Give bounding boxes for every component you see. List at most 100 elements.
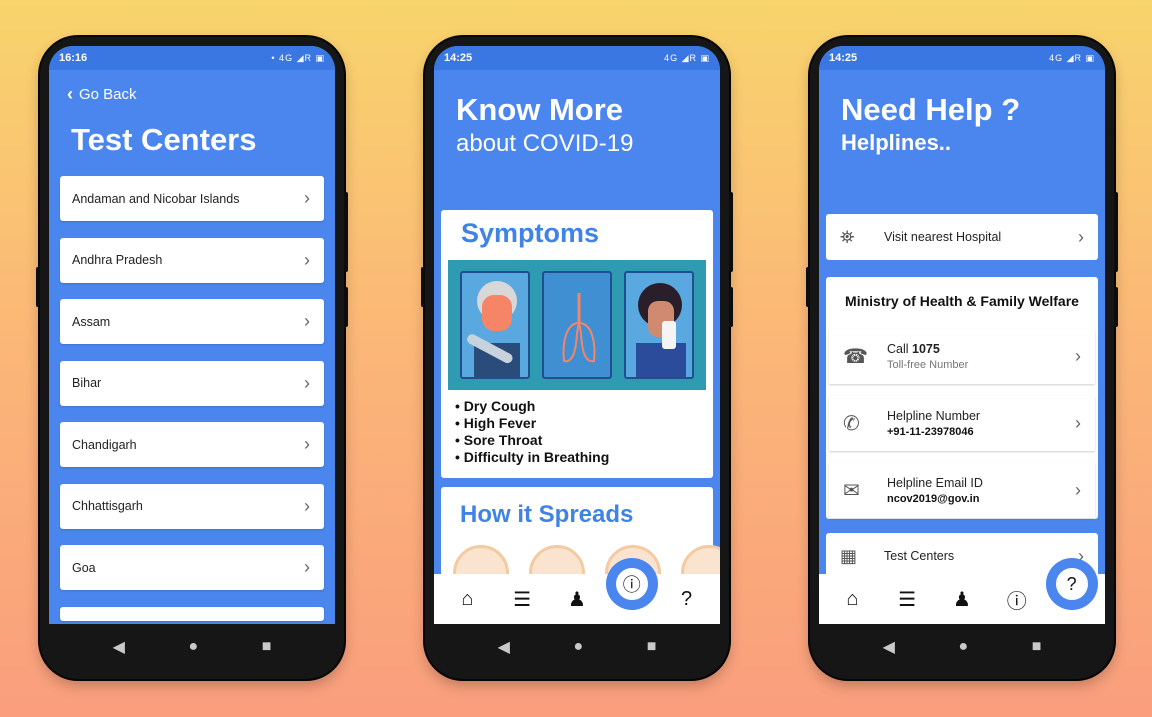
back-nav-icon[interactable]: ◀ bbox=[883, 637, 895, 657]
home-nav-icon[interactable]: ● bbox=[188, 638, 198, 656]
go-back-label: Go Back bbox=[79, 86, 137, 103]
email-row[interactable]: ✉ Helpline Email ID ncov2019@gov.in › bbox=[829, 463, 1095, 518]
map-marker-icon: ⛯ bbox=[840, 226, 855, 247]
ministry-card: Ministry of Health & Family Welfare ☎ Ca… bbox=[826, 277, 1098, 519]
doctor-icon[interactable]: ♟ bbox=[942, 587, 982, 612]
android-nav-bar: ◀ ● ■ bbox=[49, 624, 335, 670]
visit-hospital-button[interactable]: ⛯ Visit nearest Hospital › bbox=[826, 214, 1098, 260]
email-value: ncov2019@gov.in bbox=[887, 493, 980, 505]
symptoms-list: • Dry Cough • High Fever • Sore Throat •… bbox=[455, 398, 609, 466]
ministry-title: Ministry of Health & Family Welfare bbox=[845, 293, 1079, 309]
chevron-right-icon: › bbox=[1075, 346, 1081, 366]
info-icon[interactable]: ⓘ bbox=[997, 585, 1037, 614]
symptoms-card[interactable]: Symptoms • Dry Cough • High Fever • Sore… bbox=[441, 210, 713, 478]
call-row[interactable]: ☎ Call 1075 Toll-free Number › bbox=[829, 329, 1095, 384]
hero-title: Need Help ? bbox=[841, 92, 1021, 127]
helpline-row[interactable]: ✆ Helpline Number +91-11-23978046 › bbox=[829, 396, 1095, 451]
building-icon: ▦ bbox=[840, 545, 858, 566]
lungs-illustration bbox=[542, 271, 612, 379]
chevron-right-icon: › bbox=[304, 372, 310, 393]
call-main: Call 1075 bbox=[887, 342, 968, 356]
chevron-right-icon: › bbox=[1075, 480, 1081, 500]
screen: 16:16 • 4G ◢R ▣ ‹ Go Back Test Centers A… bbox=[49, 46, 335, 624]
helpline-label-group: Helpline Number +91-11-23978046 bbox=[887, 409, 980, 438]
volume-button bbox=[344, 287, 348, 327]
phone-need-help: 14:25 4G ◢R ▣ Need Help ? Helplines.. ⛯ … bbox=[806, 37, 1118, 679]
status-icons: 4G ◢R ▣ bbox=[664, 52, 710, 63]
phone-icon: ☎ bbox=[843, 346, 868, 368]
cough-illustration bbox=[624, 271, 694, 379]
hero-title: Know More bbox=[456, 92, 624, 127]
android-nav-bar: ◀ ● ■ bbox=[434, 624, 720, 670]
spread-title: How it Spreads bbox=[460, 501, 634, 528]
home-icon[interactable]: ⌂ bbox=[447, 588, 487, 611]
screen: 14:25 4G ◢R ▣ Know More about COVID-19 S… bbox=[434, 46, 720, 624]
symptoms-illustration bbox=[448, 260, 706, 390]
home-nav-icon[interactable]: ● bbox=[573, 638, 583, 656]
list-item[interactable]: Chhattisgarh › bbox=[60, 483, 324, 529]
test-centers-content: ‹ Go Back Test Centers Andaman and Nicob… bbox=[49, 70, 335, 624]
volume-button bbox=[729, 287, 733, 327]
symptom-item: • Sore Throat bbox=[455, 432, 543, 448]
fever-illustration bbox=[460, 271, 530, 379]
go-back-button[interactable]: ‹ Go Back bbox=[67, 84, 137, 105]
status-bar: 14:25 4G ◢R ▣ bbox=[819, 46, 1105, 70]
recents-nav-icon[interactable]: ■ bbox=[1032, 638, 1042, 656]
call-label: Call bbox=[887, 342, 909, 356]
home-nav-icon[interactable]: ● bbox=[958, 638, 968, 656]
info-icon[interactable]: ⓘ bbox=[611, 564, 652, 604]
status-bar: 16:16 • 4G ◢R ▣ bbox=[49, 46, 335, 70]
phone-know-more: 14:25 4G ◢R ▣ Know More about COVID-19 S… bbox=[421, 37, 733, 679]
state-label: Andhra Pradesh bbox=[72, 253, 163, 267]
call-label-group: Call 1075 Toll-free Number bbox=[887, 342, 968, 371]
list-item-partial[interactable] bbox=[60, 606, 324, 621]
list-item[interactable]: Andhra Pradesh › bbox=[60, 237, 324, 283]
status-icons: • 4G ◢R ▣ bbox=[271, 52, 325, 63]
helpline-label: Helpline Number bbox=[887, 409, 981, 423]
symptom-item: • Dry Cough bbox=[455, 398, 536, 414]
state-label: Bihar bbox=[72, 376, 102, 390]
home-icon[interactable]: ⌂ bbox=[832, 588, 872, 611]
doctor-icon[interactable]: ♟ bbox=[557, 587, 597, 612]
email-label-group: Helpline Email ID ncov2019@gov.in bbox=[887, 476, 983, 505]
back-nav-icon[interactable]: ◀ bbox=[113, 637, 125, 657]
list-item[interactable]: Bihar › bbox=[60, 360, 324, 406]
list-icon[interactable]: ☰ bbox=[502, 587, 542, 612]
list-item[interactable]: Assam › bbox=[60, 299, 324, 344]
mail-icon: ✉ bbox=[843, 480, 860, 502]
state-label: Chandigarh bbox=[72, 437, 137, 452]
email-label: Helpline Email ID bbox=[887, 476, 983, 490]
test-centers-label: Test Centers bbox=[884, 549, 955, 563]
phone-handset-icon: ✆ bbox=[843, 413, 860, 435]
status-time: 14:25 bbox=[444, 52, 473, 64]
side-button bbox=[806, 267, 810, 307]
list-item[interactable]: Chandigarh › bbox=[60, 422, 324, 467]
android-nav-bar: ◀ ● ■ bbox=[819, 624, 1105, 670]
list-icon[interactable]: ☰ bbox=[887, 587, 927, 612]
state-label: Andaman and Nicobar Islands bbox=[72, 191, 240, 206]
recents-nav-icon[interactable]: ■ bbox=[262, 638, 272, 656]
symptoms-title: Symptoms bbox=[461, 218, 600, 248]
hero-subtitle: Helplines.. bbox=[841, 130, 952, 155]
status-icons: 4G ◢R ▣ bbox=[1049, 52, 1095, 63]
call-number: 1075 bbox=[912, 342, 940, 356]
chevron-right-icon: › bbox=[304, 249, 310, 270]
chevron-right-icon: › bbox=[304, 495, 310, 516]
status-time: 14:25 bbox=[829, 52, 858, 64]
helpline-number: +91-11-23978046 bbox=[887, 426, 974, 438]
help-icon[interactable]: ? bbox=[667, 588, 707, 611]
call-sub: Toll-free Number bbox=[887, 359, 969, 371]
list-item[interactable]: Goa › bbox=[60, 545, 324, 590]
bottom-nav: ⌂ ☰ ♟ ⓘ ? bbox=[819, 564, 1105, 624]
state-label: Chhattisgarh bbox=[72, 499, 143, 513]
back-nav-icon[interactable]: ◀ bbox=[498, 637, 510, 657]
chevron-right-icon: › bbox=[304, 557, 310, 577]
chevron-right-icon: › bbox=[304, 188, 310, 208]
chevron-right-icon: › bbox=[304, 434, 310, 454]
list-item[interactable]: Andaman and Nicobar Islands › bbox=[60, 176, 324, 221]
status-bar: 14:25 4G ◢R ▣ bbox=[434, 46, 720, 70]
chevron-right-icon: › bbox=[1075, 413, 1081, 433]
help-icon[interactable]: ? bbox=[1051, 564, 1092, 604]
recents-nav-icon[interactable]: ■ bbox=[647, 638, 657, 656]
bottom-nav: ⌂ ☰ ♟ ⓘ ? bbox=[434, 564, 720, 624]
